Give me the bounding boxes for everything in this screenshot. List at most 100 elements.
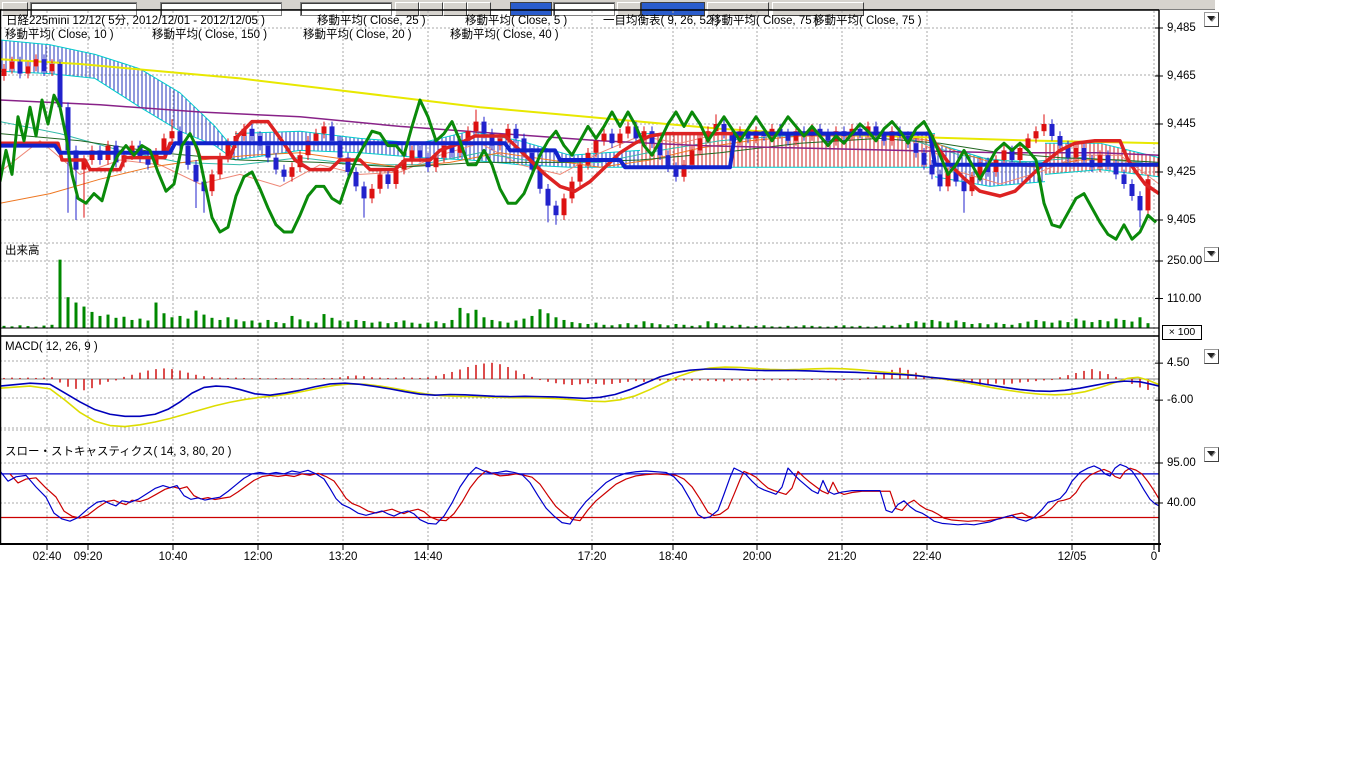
indicator-legend-label: 移動平均( Close, 10 ) bbox=[5, 26, 114, 42]
volume-bar bbox=[707, 321, 710, 328]
volume-bar bbox=[1019, 323, 1022, 328]
indicator-legend-label: 移動平均( Close, 75 ) bbox=[710, 12, 819, 28]
pane-scale-dropdown-button[interactable] bbox=[1204, 447, 1219, 462]
volume-bar bbox=[531, 316, 534, 328]
candle-down bbox=[546, 189, 551, 206]
volume-bar bbox=[387, 323, 390, 328]
volume-bar bbox=[955, 320, 958, 328]
candle-down bbox=[282, 170, 287, 177]
dropdown-arrow-icon bbox=[1207, 353, 1215, 358]
volume-bar bbox=[115, 318, 118, 328]
candle-down bbox=[250, 129, 255, 136]
volume-bar bbox=[427, 323, 430, 328]
volume-bar bbox=[435, 321, 438, 328]
candle-up bbox=[170, 131, 175, 138]
volume-bar bbox=[979, 323, 982, 328]
candle-down bbox=[274, 158, 279, 170]
volume-bar bbox=[211, 318, 214, 328]
time-tick-label: 22:40 bbox=[913, 551, 942, 563]
candle-down bbox=[962, 182, 967, 192]
volume-pane-label: 出来高 bbox=[5, 242, 40, 258]
candle-up bbox=[602, 134, 607, 141]
volume-bar bbox=[379, 322, 382, 328]
volume-bar bbox=[123, 317, 126, 328]
time-tick-label: 12/05 bbox=[1058, 551, 1087, 563]
candle-down bbox=[42, 59, 47, 71]
stoch-d-line bbox=[10, 468, 1159, 521]
volume-bar bbox=[1083, 320, 1086, 328]
volume-bar bbox=[1067, 322, 1070, 328]
candle-down bbox=[18, 62, 23, 74]
price-tick-label: 9,465 bbox=[1167, 70, 1196, 82]
time-tick-label: 21:20 bbox=[828, 551, 857, 563]
volume-bar bbox=[331, 318, 334, 328]
chart-canvas bbox=[0, 0, 1366, 768]
pane-scale-dropdown-button[interactable] bbox=[1204, 349, 1219, 364]
volume-bar bbox=[139, 319, 142, 328]
candle-down bbox=[194, 165, 199, 182]
macd-pane-label: MACD( 12, 26, 9 ) bbox=[5, 341, 98, 353]
candle-up bbox=[34, 59, 39, 66]
volume-bar bbox=[571, 322, 574, 328]
volume-bar bbox=[259, 323, 262, 328]
candle-up bbox=[626, 126, 631, 133]
candle-down bbox=[482, 122, 487, 134]
candle-up bbox=[50, 64, 55, 71]
candle-down bbox=[1058, 136, 1063, 146]
volume-bar bbox=[155, 303, 158, 328]
stoch-tick-label: 95.00 bbox=[1167, 457, 1196, 469]
volume-bar bbox=[403, 320, 406, 328]
volume-bar bbox=[659, 324, 662, 328]
price-tick-label: 9,425 bbox=[1167, 166, 1196, 178]
indicator-legend-label: 一目均衡表( 9, 26, 52 ) bbox=[603, 12, 719, 28]
candle-up bbox=[1002, 150, 1007, 160]
candle-down bbox=[418, 150, 423, 157]
volume-bar bbox=[59, 260, 62, 328]
candle-down bbox=[330, 126, 335, 140]
volume-bar bbox=[475, 310, 478, 328]
candle-up bbox=[2, 69, 7, 76]
volume-bar bbox=[75, 303, 78, 328]
time-tick-label: 20:00 bbox=[743, 551, 772, 563]
volume-bar bbox=[515, 320, 518, 328]
volume-bar bbox=[539, 309, 542, 328]
volume-bar bbox=[171, 317, 174, 328]
volume-bar bbox=[1107, 321, 1110, 328]
time-tick-label: 10:40 bbox=[159, 551, 188, 563]
volume-bar bbox=[587, 324, 590, 328]
volume-bar bbox=[459, 308, 462, 328]
volume-bar bbox=[451, 320, 454, 328]
volume-bar bbox=[627, 323, 630, 328]
volume-bar bbox=[1027, 322, 1030, 328]
candle-up bbox=[578, 165, 583, 182]
candle-up bbox=[1034, 131, 1039, 138]
volume-bar bbox=[107, 315, 110, 328]
volume-bar bbox=[131, 320, 134, 328]
candle-down bbox=[938, 174, 943, 186]
volume-bar bbox=[675, 324, 678, 328]
candle-down bbox=[1122, 174, 1127, 184]
dropdown-arrow-icon bbox=[1207, 251, 1215, 256]
volume-bar bbox=[419, 324, 422, 328]
volume-bar bbox=[267, 320, 270, 328]
volume-bar bbox=[195, 311, 198, 328]
volume-bar bbox=[1035, 320, 1038, 328]
volume-bar bbox=[1043, 321, 1046, 328]
candle-down bbox=[1082, 148, 1087, 160]
pane-scale-dropdown-button[interactable] bbox=[1204, 12, 1219, 27]
volume-bar bbox=[99, 316, 102, 328]
candle-up bbox=[370, 189, 375, 199]
volume-bar bbox=[507, 323, 510, 328]
candle-up bbox=[1026, 138, 1031, 148]
volume-bar bbox=[83, 307, 86, 328]
volume-bar bbox=[939, 321, 942, 328]
macd-line bbox=[0, 369, 1159, 416]
pane-scale-dropdown-button[interactable] bbox=[1204, 247, 1219, 262]
volume-bar bbox=[179, 316, 182, 328]
volume-bar bbox=[1091, 322, 1094, 328]
candle-up bbox=[378, 174, 383, 188]
candle-down bbox=[1130, 184, 1135, 196]
indicator-legend-label: 移動平均( Close, 75 ) bbox=[813, 12, 922, 28]
volume-bar bbox=[1115, 319, 1118, 328]
price-tick-label: 9,405 bbox=[1167, 214, 1196, 226]
